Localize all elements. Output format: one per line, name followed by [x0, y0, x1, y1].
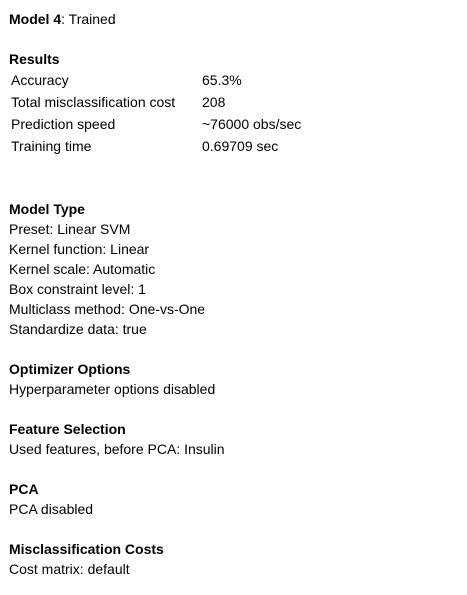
optimizer-line: Hyperparameter options disabled — [9, 381, 216, 397]
feature-selection-section: Feature Selection Used features, before … — [9, 419, 225, 459]
results-row-training-time: Training time 0.69709 sec — [10, 135, 402, 157]
pca-line: PCA disabled — [9, 501, 94, 517]
model-status: Trained — [68, 11, 116, 27]
model-type-section: Model Type Preset: Linear SVM Kernel fun… — [9, 199, 205, 339]
model-type-kernel-function: Kernel function: Linear — [9, 241, 150, 257]
results-value: 0.69709 sec — [202, 138, 279, 154]
results-row-total-cost: Total misclassification cost 208 — [10, 91, 402, 113]
results-table: Accuracy 65.3% Total misclassification c… — [10, 69, 402, 157]
model-title: Model 4: Trained — [9, 9, 116, 29]
results-label: Training time — [11, 138, 92, 154]
model-name: Model 4 — [9, 11, 62, 27]
optimizer-heading: Optimizer Options — [9, 361, 131, 377]
results-value: 65.3% — [202, 72, 242, 88]
results-label: Total misclassification cost — [11, 94, 176, 110]
feature-selection-line: Used features, before PCA: Insulin — [9, 441, 225, 457]
optimizer-section: Optimizer Options Hyperparameter options… — [9, 359, 215, 399]
feature-selection-heading: Feature Selection — [9, 421, 126, 437]
results-row-prediction-speed: Prediction speed ~76000 obs/sec — [10, 113, 402, 135]
model-type-standardize: Standardize data: true — [9, 321, 147, 337]
results-row-accuracy: Accuracy 65.3% — [10, 69, 402, 91]
results-heading: Results — [9, 51, 60, 67]
model-type-heading: Model Type — [9, 201, 85, 217]
model-type-preset: Preset: Linear SVM — [9, 221, 131, 237]
results-section: Results Accuracy 65.3% Total misclassifi… — [9, 49, 402, 157]
misclassification-costs-section: Misclassification Costs Cost matrix: def… — [9, 539, 164, 579]
results-label: Accuracy — [11, 72, 69, 88]
misclassification-costs-heading: Misclassification Costs — [9, 541, 164, 557]
model-type-kernel-scale: Kernel scale: Automatic — [9, 261, 156, 277]
misclassification-costs-line: Cost matrix: default — [9, 561, 130, 577]
model-status-separator: : — [61, 11, 69, 27]
model-type-multiclass-method: Multiclass method: One-vs-One — [9, 301, 206, 317]
model-type-box-constraint: Box constraint level: 1 — [9, 281, 146, 297]
results-value: 208 — [202, 94, 226, 110]
pca-section: PCA PCA disabled — [9, 479, 93, 519]
results-label: Prediction speed — [11, 116, 116, 132]
results-value: ~76000 obs/sec — [202, 116, 302, 132]
pca-heading: PCA — [9, 481, 39, 497]
